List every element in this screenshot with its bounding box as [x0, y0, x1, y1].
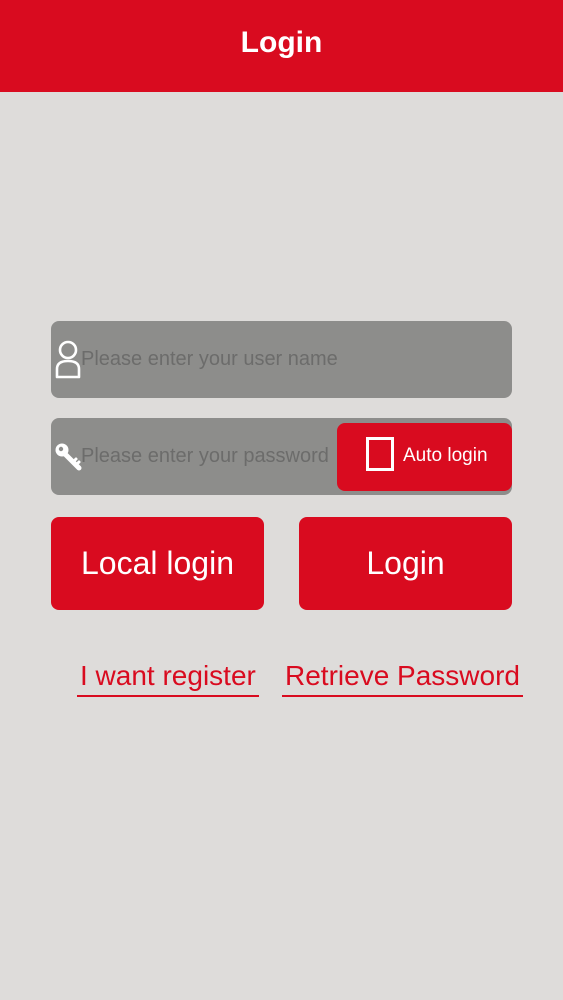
username-input[interactable]: [81, 321, 501, 398]
key-icon: [55, 443, 82, 471]
retrieve-password-link[interactable]: Retrieve Password: [282, 660, 523, 697]
header-bar: Login: [0, 0, 563, 92]
auto-login-label: Auto login: [403, 445, 488, 466]
username-field[interactable]: [51, 321, 512, 398]
page-title: Login: [240, 26, 323, 59]
auto-login-checkbox[interactable]: [366, 437, 394, 471]
register-link[interactable]: I want register: [77, 660, 259, 697]
login-button[interactable]: Login: [299, 517, 512, 610]
password-field[interactable]: Auto login: [51, 418, 512, 495]
password-input[interactable]: [81, 418, 351, 495]
local-login-button[interactable]: Local login: [51, 517, 264, 610]
user-icon: [55, 340, 81, 379]
auto-login-toggle[interactable]: Auto login: [337, 423, 512, 491]
